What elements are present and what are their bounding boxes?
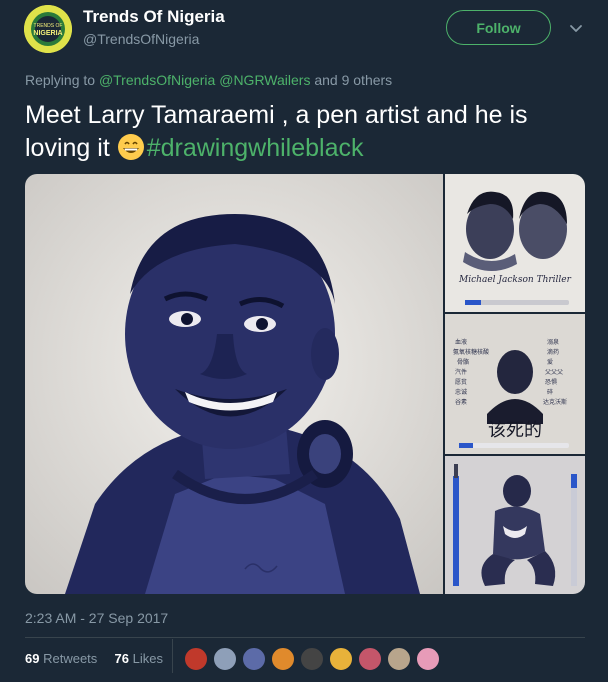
svg-text:父父父: 父父父: [545, 369, 563, 376]
like-count[interactable]: 76: [115, 651, 129, 666]
figure-drawing-image[interactable]: [445, 456, 585, 594]
author-avatar[interactable]: TRENDS OF NIGERIA: [24, 5, 72, 53]
replying-to: Replying to @TrendsOfNigeria @NGRWailers…: [25, 72, 392, 88]
liker-avatar[interactable]: [183, 646, 209, 672]
michael-jackson-drawing-image[interactable]: Michael Jackson Thriller: [445, 174, 585, 312]
follow-button[interactable]: Follow: [446, 10, 551, 45]
svg-text:TRENDS OF: TRENDS OF: [34, 23, 63, 29]
rapper-caption: 该死的: [488, 420, 542, 441]
liker-avatar[interactable]: [299, 646, 325, 672]
svg-text:滴药: 滴药: [547, 348, 559, 356]
svg-text:忠诚: 忠诚: [455, 388, 467, 396]
rapper-drawing-image[interactable]: 血液 氨氧核糖核酸 骨骼 汽件 愿贫 忠诚 谷素 溺泉 滴药 爱 父父父 恐惧 …: [445, 314, 585, 454]
tweet-header: TRENDS OF NIGERIA Trends Of Nigeria @Tre…: [0, 0, 608, 60]
retweet-label[interactable]: Retweets: [43, 651, 97, 666]
svg-text:愿贫: 愿贫: [455, 378, 467, 386]
svg-text:谷素: 谷素: [455, 398, 467, 406]
like-label[interactable]: Likes: [133, 651, 163, 666]
author-handle[interactable]: @TrendsOfNigeria: [83, 31, 199, 47]
liker-avatar[interactable]: [270, 646, 296, 672]
tweet-text: Meet Larry Tamaraemi , a pen artist and …: [25, 99, 595, 165]
svg-text:恐惧: 恐惧: [545, 378, 557, 386]
grinning-face-emoji-icon: [117, 133, 145, 161]
svg-text:达克沃斯: 达克沃斯: [543, 398, 567, 406]
liker-avatar[interactable]: [357, 646, 383, 672]
reply-mention-ngrwailers[interactable]: @NGRWailers: [219, 72, 310, 88]
svg-text:氨氧核糖核酸: 氨氧核糖核酸: [453, 348, 489, 356]
svg-text:NIGERIA: NIGERIA: [33, 30, 62, 37]
author-name[interactable]: Trends Of Nigeria: [83, 7, 225, 27]
svg-text:汽件: 汽件: [455, 368, 467, 376]
liker-avatar[interactable]: [241, 646, 267, 672]
liker-avatar[interactable]: [212, 646, 238, 672]
media-grid: Michael Jackson Thriller 血液 氨氧核糖核酸 骨骼 汽件…: [25, 174, 585, 594]
liker-avatar[interactable]: [328, 646, 354, 672]
mj-caption: Michael Jackson Thriller: [458, 275, 572, 285]
svg-text:血液: 血液: [455, 338, 467, 346]
tweet-stats: 69 Retweets 76 Likes: [25, 651, 163, 666]
stats-divider: [172, 639, 173, 673]
retweet-count[interactable]: 69: [25, 651, 39, 666]
svg-text:碎: 碎: [547, 388, 553, 396]
liker-avatar[interactable]: [386, 646, 412, 672]
chevron-down-icon[interactable]: [566, 18, 586, 38]
reply-others[interactable]: and 9 others: [314, 72, 392, 88]
main-portrait-image[interactable]: [25, 174, 443, 594]
liker-avatar[interactable]: [415, 646, 441, 672]
svg-text:溺泉: 溺泉: [547, 338, 559, 346]
tweet-timestamp[interactable]: 2:23 AM - 27 Sep 2017: [25, 610, 168, 626]
divider: [25, 637, 585, 638]
replying-label: Replying to: [25, 72, 96, 88]
svg-text:爱: 爱: [547, 358, 553, 366]
hashtag-link[interactable]: #drawingwhileblack: [147, 134, 364, 162]
svg-text:骨骼: 骨骼: [457, 358, 469, 366]
reply-mention-trendsofnigeria[interactable]: @TrendsOfNigeria: [99, 72, 215, 88]
